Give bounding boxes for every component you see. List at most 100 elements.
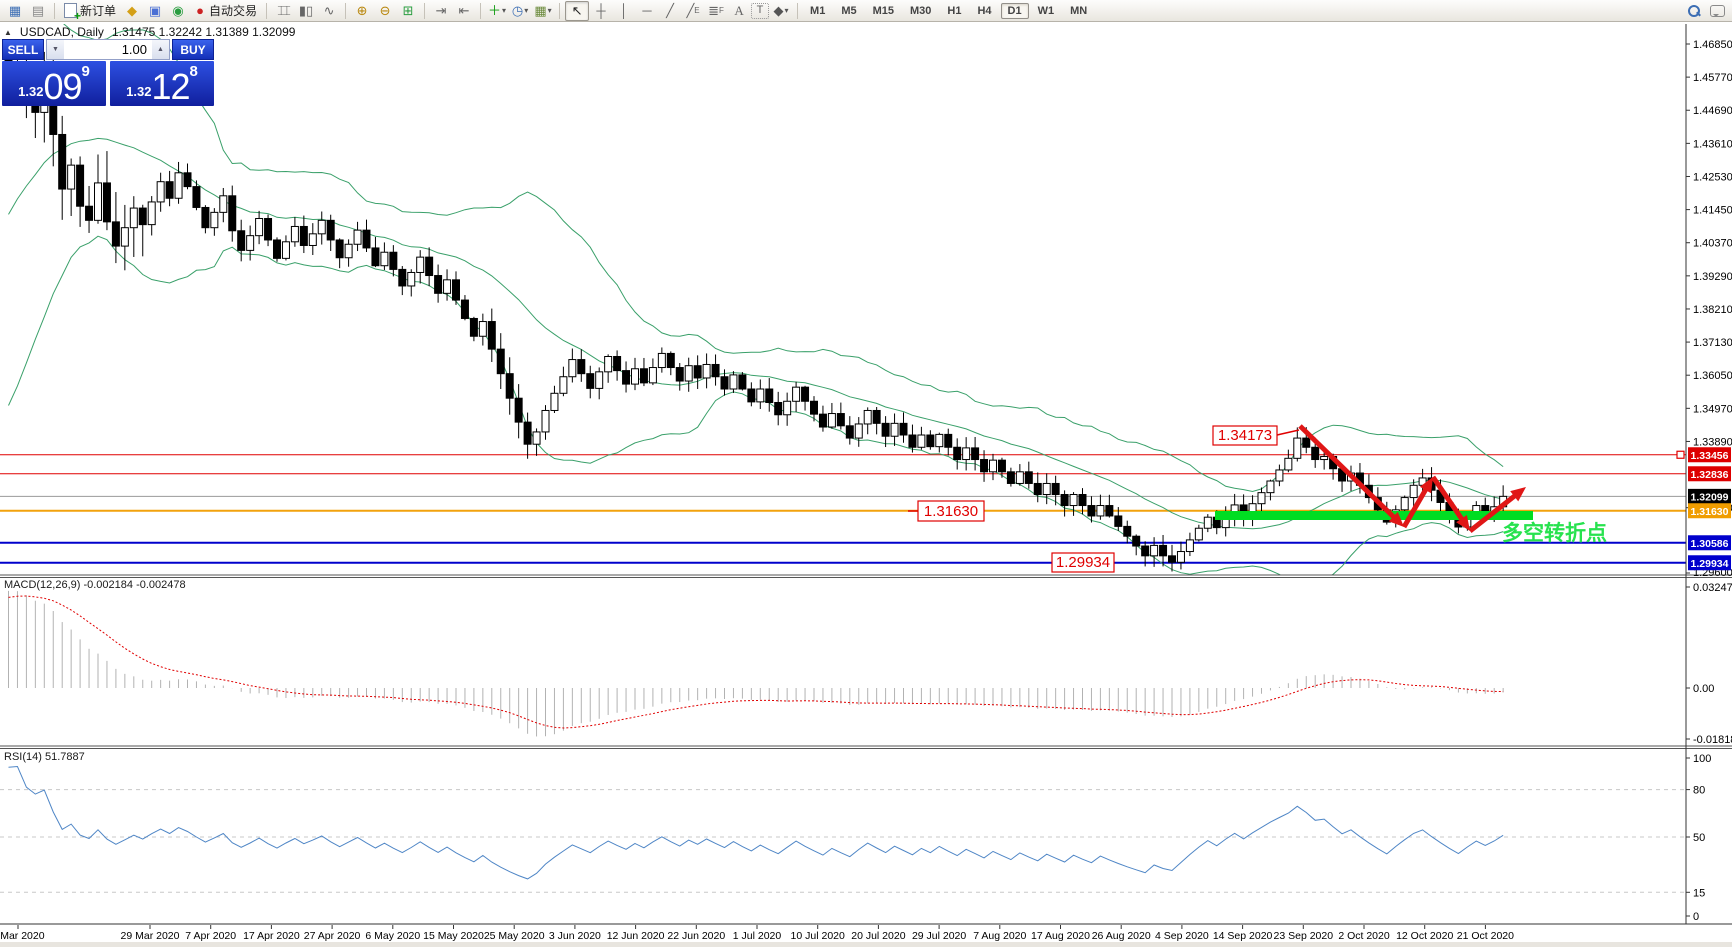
volume-stepper: ▼ ▲ xyxy=(46,39,170,60)
date-label: 9 Mar 2020 xyxy=(0,930,45,942)
toolbar-separator xyxy=(424,3,425,19)
date-label: 7 Apr 2020 xyxy=(185,930,236,942)
text-icon[interactable]: A xyxy=(728,2,750,20)
toolbar-separator xyxy=(559,3,560,19)
price-tick-label: 1.34970 xyxy=(1693,403,1732,415)
timeframe-m5[interactable]: M5 xyxy=(834,3,863,19)
timeframe-h4[interactable]: H4 xyxy=(970,3,998,19)
chart-canvas[interactable]: 1.341731.316301.29934多空转折点1.468501.45770… xyxy=(0,22,1732,947)
timeframe-mn[interactable]: MN xyxy=(1063,3,1094,19)
macd-label: MACD(12,26,9) -0.002184 -0.002478 xyxy=(4,579,186,591)
timeframe-d1[interactable]: D1 xyxy=(1001,3,1029,19)
cursor-icon[interactable]: ↖ xyxy=(565,1,589,21)
equidistant-channel-icon[interactable]: ╱E xyxy=(682,2,704,20)
rsi-label: RSI(14) 51.7887 xyxy=(4,751,85,763)
text-label-icon[interactable]: T xyxy=(751,3,769,19)
crosshair-icon[interactable]: ┼ xyxy=(590,2,612,20)
line-chart-icon[interactable]: ∿ xyxy=(318,2,340,20)
horizontal-scrollbar[interactable] xyxy=(0,942,1732,947)
timeframe-buttons: M1M5M15M30H1H4D1W1MN xyxy=(803,3,1094,19)
vertical-line-icon[interactable]: │ xyxy=(613,2,635,20)
date-label: 4 Sep 2020 xyxy=(1155,930,1209,942)
toolbar-separator xyxy=(480,3,481,19)
date-label: 17 Apr 2020 xyxy=(243,930,300,942)
rsi-axis-label: 15 xyxy=(1693,887,1705,899)
horizontal-line-icon[interactable]: ─ xyxy=(636,2,658,20)
date-label: 27 Apr 2020 xyxy=(304,930,361,942)
timeframe-m1[interactable]: M1 xyxy=(803,3,832,19)
buy-price-sup: 8 xyxy=(190,63,198,80)
templates-icon[interactable]: ▦▾ xyxy=(532,2,554,20)
price-annotation-text: 1.31630 xyxy=(924,503,978,520)
metaeditor-icon[interactable]: ◆ xyxy=(121,2,143,20)
volume-down-button[interactable]: ▼ xyxy=(47,40,64,59)
chat-icon[interactable] xyxy=(1706,2,1728,20)
date-label: 21 Oct 2020 xyxy=(1457,930,1514,942)
arrows-icon[interactable]: ◆▾ xyxy=(770,2,792,20)
volume-up-button[interactable]: ▲ xyxy=(152,40,169,59)
price-tick-label: 1.45770 xyxy=(1693,72,1732,84)
new-chart-icon[interactable]: ▦ xyxy=(4,2,26,20)
macd-axis-label: -0.018182 xyxy=(1693,734,1732,746)
trendline-icon[interactable]: ╱ xyxy=(659,2,681,20)
timeframe-w1[interactable]: W1 xyxy=(1031,3,1062,19)
date-label: 15 May 2020 xyxy=(423,930,484,942)
sell-price-prefix: 1.32 xyxy=(18,84,43,99)
bar-chart-icon[interactable]: ⌶⌶ xyxy=(272,2,294,20)
buy-price-big: 12 xyxy=(151,71,189,103)
date-label: 14 Sep 2020 xyxy=(1213,930,1273,942)
autotrading-button[interactable]: ● 自动交易 xyxy=(190,2,261,20)
price-badge: 1.32836 xyxy=(1691,469,1729,481)
rsi-axis-label: 50 xyxy=(1693,832,1705,844)
one-click-trade-panel: SELL ▼ ▲ BUY 1.32099 1.32128 xyxy=(2,39,214,106)
toolbar-separator xyxy=(266,3,267,19)
price-tick-label: 1.41450 xyxy=(1693,205,1732,217)
periods-icon[interactable]: ◷▾ xyxy=(509,2,531,20)
chart-title: ▲ USDCAD, Daily 1.31475 1.32242 1.31389 … xyxy=(4,25,295,39)
fibonacci-icon[interactable]: ≣F xyxy=(705,2,727,20)
price-tick-label: 1.37130 xyxy=(1693,337,1732,349)
date-label: 22 Jun 2020 xyxy=(667,930,725,942)
date-label: 23 Sep 2020 xyxy=(1274,930,1334,942)
price-annotation-text: 1.34173 xyxy=(1218,427,1272,444)
price-tick-label: 1.36050 xyxy=(1693,370,1732,382)
toolbar: ▦ ▤ 新订单 ◆ ▣ ◉ ● 自动交易 ⌶⌶ ▮▯ ∿ ⊕ ⊖ ⊞ ⇥ ⇤ ＋… xyxy=(0,0,1732,22)
price-badge: 1.31630 xyxy=(1691,506,1729,518)
tile-windows-icon[interactable]: ⊞ xyxy=(397,2,419,20)
buy-price-display[interactable]: 1.32128 xyxy=(110,61,214,106)
date-label: 17 Aug 2020 xyxy=(1031,930,1090,942)
profiles-icon[interactable]: ▤ xyxy=(27,2,49,20)
search-icon[interactable] xyxy=(1683,2,1705,20)
date-label: 12 Oct 2020 xyxy=(1396,930,1453,942)
new-order-button[interactable]: 新订单 xyxy=(60,2,120,20)
date-label: 1 Jul 2020 xyxy=(733,930,782,942)
date-label: 10 Jul 2020 xyxy=(791,930,845,942)
timeframe-m30[interactable]: M30 xyxy=(903,3,938,19)
date-label: 25 May 2020 xyxy=(484,930,545,942)
terminal-icon[interactable]: ▣ xyxy=(144,2,166,20)
candlestick-chart-icon[interactable]: ▮▯ xyxy=(295,2,317,20)
zoom-in-icon[interactable]: ⊕ xyxy=(351,2,373,20)
symbol-period-label: USDCAD, Daily xyxy=(20,25,104,39)
price-badge: 1.30586 xyxy=(1691,538,1729,550)
cn-annotation-text: 多空转折点 xyxy=(1502,521,1607,545)
price-tick-label: 1.42530 xyxy=(1693,171,1732,183)
price-tick-label: 1.38210 xyxy=(1693,304,1732,316)
chart-shift-icon[interactable]: ⇤ xyxy=(453,2,475,20)
macd-axis-label: 0.032478 xyxy=(1693,582,1732,594)
signals-icon[interactable]: ◉ xyxy=(167,2,189,20)
rsi-axis-label: 100 xyxy=(1693,753,1711,765)
auto-scroll-icon[interactable]: ⇥ xyxy=(430,2,452,20)
timeframe-h1[interactable]: H1 xyxy=(940,3,968,19)
sell-button[interactable]: SELL xyxy=(2,39,44,60)
add-indicator-icon[interactable]: ＋▾ xyxy=(486,2,508,20)
timeframe-m15[interactable]: M15 xyxy=(866,3,901,19)
volume-input[interactable] xyxy=(64,40,152,59)
zoom-out-icon[interactable]: ⊖ xyxy=(374,2,396,20)
sell-price-display[interactable]: 1.32099 xyxy=(2,61,106,106)
price-tick-label: 1.43610 xyxy=(1693,138,1732,150)
window-collapse-icon[interactable]: ▲ xyxy=(4,28,12,37)
buy-button[interactable]: BUY xyxy=(172,39,214,60)
price-annotation-text: 1.29934 xyxy=(1056,554,1110,571)
date-label: 26 Aug 2020 xyxy=(1092,930,1151,942)
